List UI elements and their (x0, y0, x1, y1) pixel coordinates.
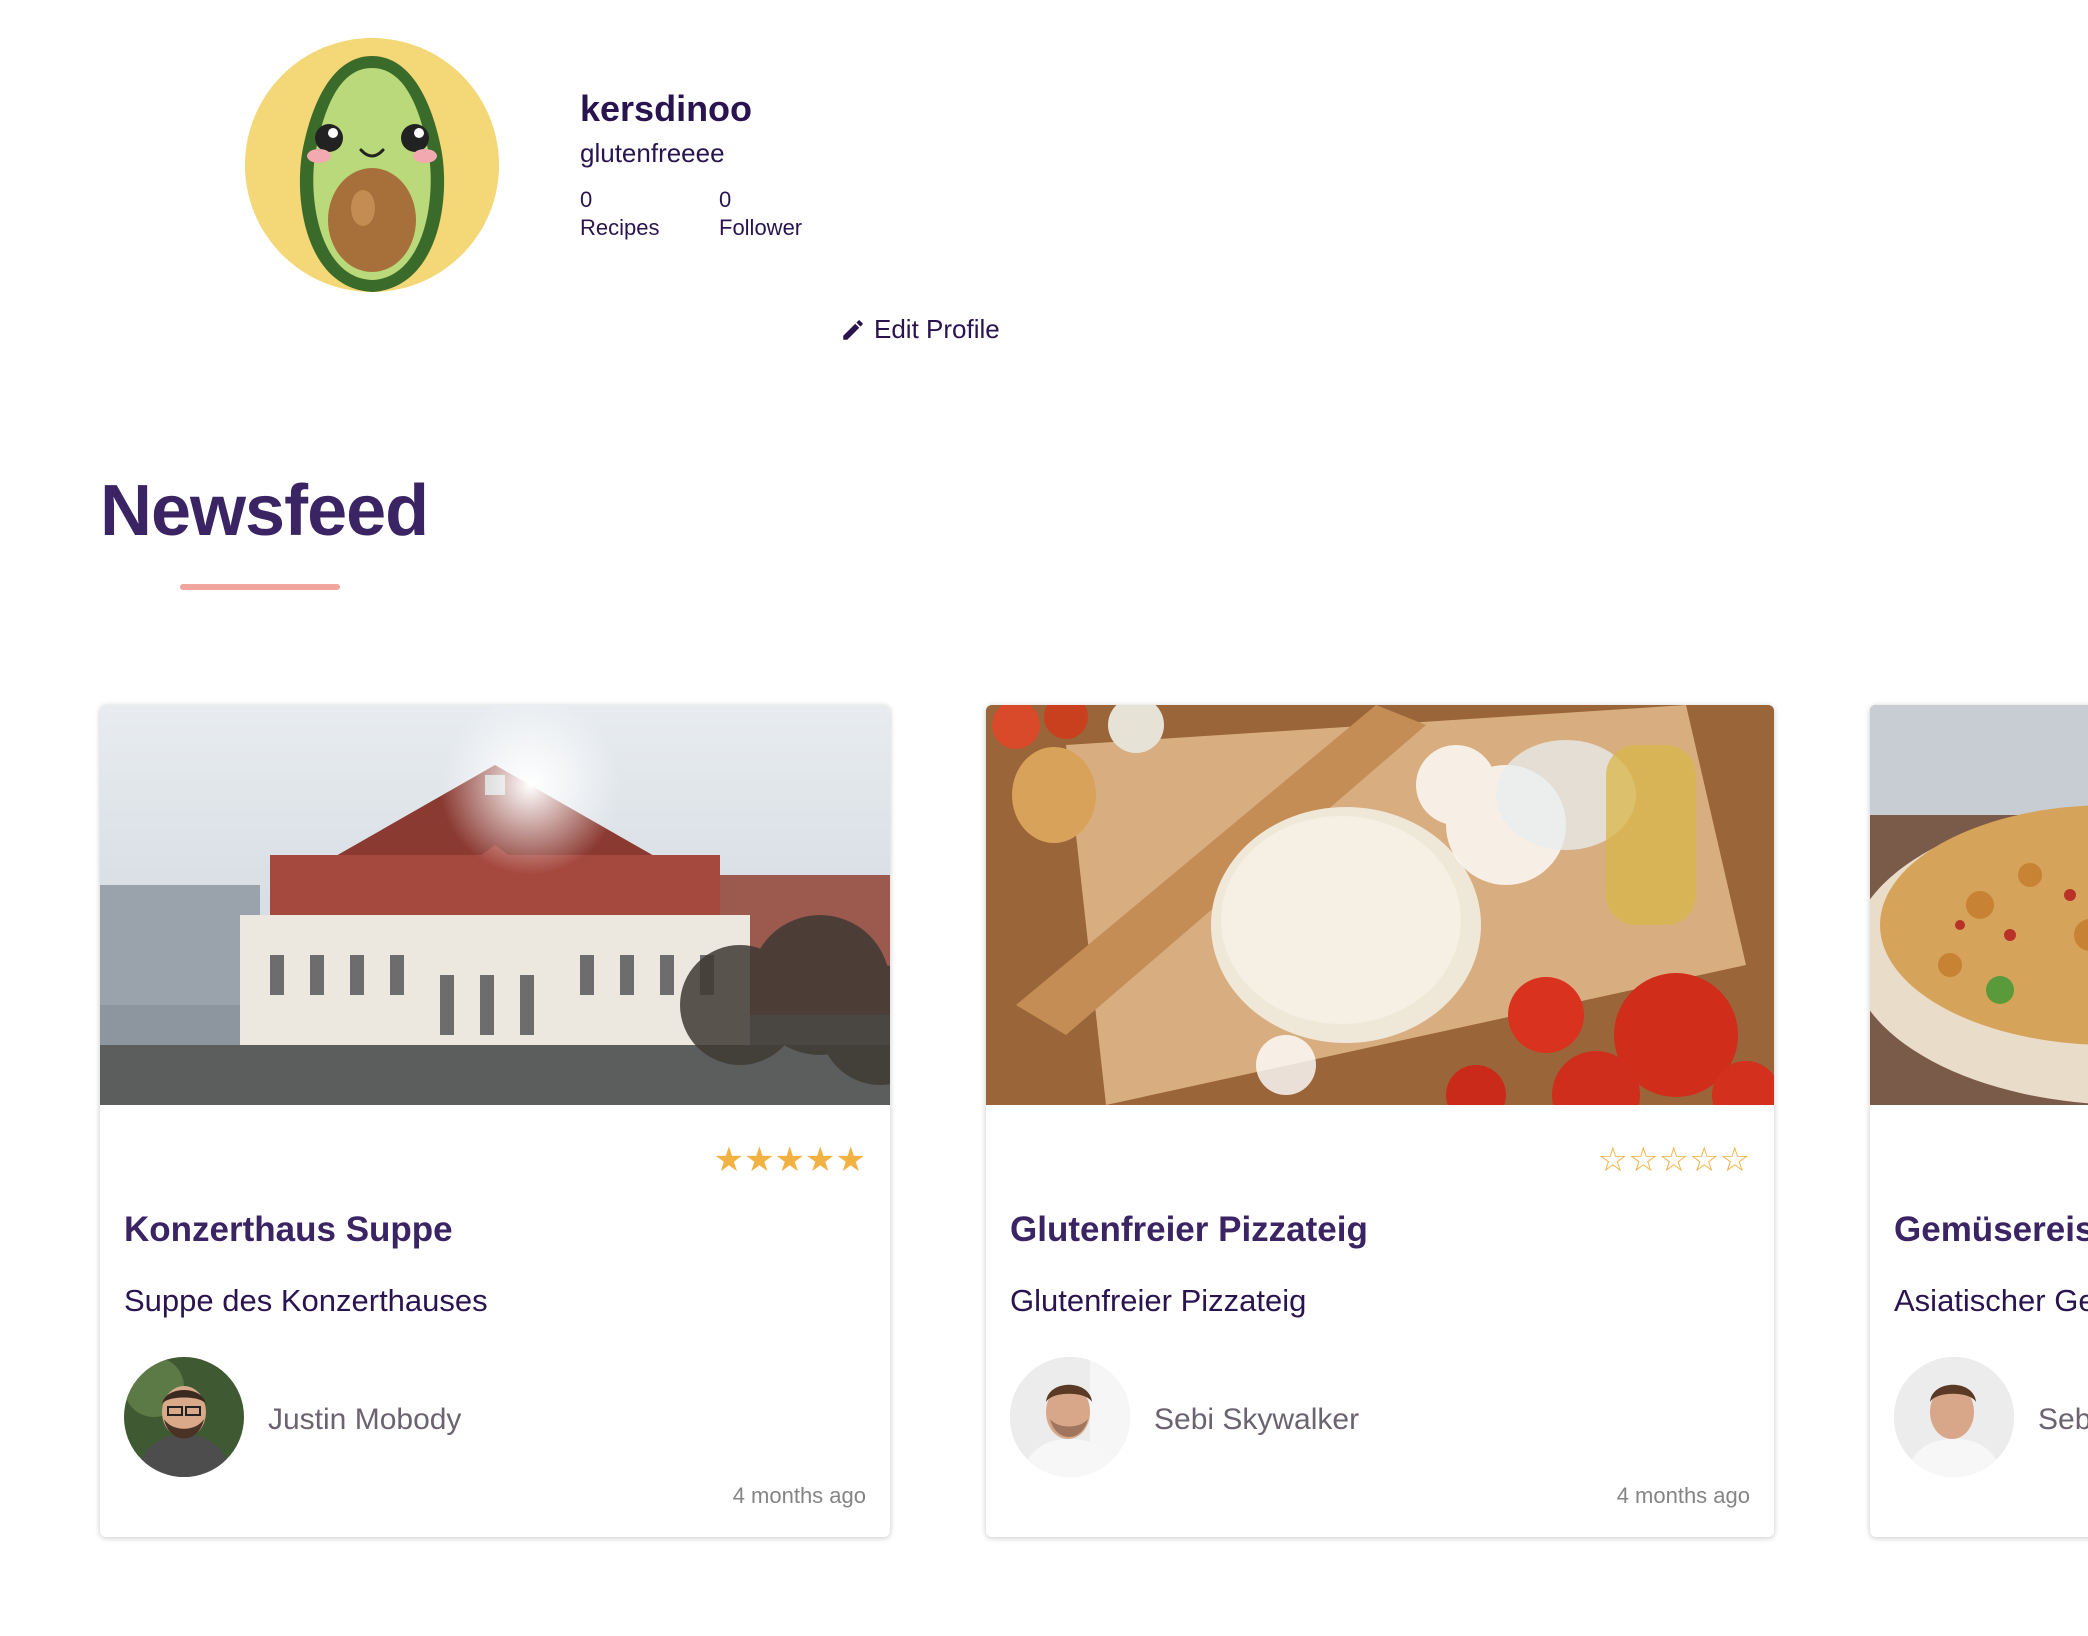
recipe-description: Glutenfreier Pizzateig (1010, 1283, 1307, 1318)
newsfeed-title: Newsfeed (100, 471, 429, 551)
recipe-description: Suppe des Konzerthauses (124, 1283, 488, 1318)
author-avatar[interactable] (1010, 1357, 1130, 1477)
author-avatar[interactable] (124, 1357, 244, 1477)
recipes-label: Recipes (580, 215, 660, 240)
recipes-count: 0 (580, 187, 593, 212)
recipes-stat[interactable]: 0 Recipes (580, 186, 659, 242)
recipe-card[interactable]: ★★★★★ Konzerthaus Suppe Suppe des Konzer… (100, 705, 890, 1537)
author-name[interactable]: Sebi (2038, 1403, 2088, 1437)
star-rating: ☆☆☆☆☆ (1597, 1141, 1750, 1179)
recipe-image[interactable] (100, 705, 890, 1105)
recipe-image[interactable] (1870, 705, 2088, 1105)
post-timestamp: 4 months ago (732, 1483, 866, 1508)
recipe-title[interactable]: Glutenfreier Pizzateig (1010, 1210, 1368, 1250)
author-name[interactable]: Sebi Skywalker (1154, 1403, 1359, 1437)
edit-profile-label: Edit Profile (874, 314, 1000, 344)
author-avatar[interactable] (1894, 1357, 2014, 1477)
title-underline (180, 584, 340, 590)
star-rating: ★★★★★ (713, 1141, 866, 1179)
recipe-description: Asiatischer Ge (1894, 1283, 2088, 1318)
profile-username: kersdinoo (580, 88, 753, 129)
recipe-card[interactable]: ☆☆☆☆☆ Glutenfreier Pizzateig Glutenfreie… (986, 705, 1774, 1537)
pencil-icon (843, 319, 863, 340)
recipe-title[interactable]: Gemüsereis (1894, 1210, 2088, 1250)
follower-count: 0 (719, 187, 732, 212)
author-name[interactable]: Justin Mobody (268, 1403, 461, 1437)
recipe-title[interactable]: Konzerthaus Suppe (124, 1210, 453, 1250)
follower-stat[interactable]: 0 Follower (719, 186, 802, 242)
avocado-avatar-icon (245, 38, 499, 292)
profile-avatar (245, 38, 499, 292)
recipe-card[interactable]: Gemüsereis Asiatischer Ge Sebi (1870, 705, 2088, 1537)
profile-bio: glutenfreeee (580, 138, 725, 168)
edit-profile-button[interactable]: Edit Profile (840, 314, 1000, 345)
recipe-image[interactable] (986, 705, 1774, 1105)
post-timestamp: 4 months ago (1616, 1483, 1750, 1508)
follower-label: Follower (719, 215, 803, 240)
